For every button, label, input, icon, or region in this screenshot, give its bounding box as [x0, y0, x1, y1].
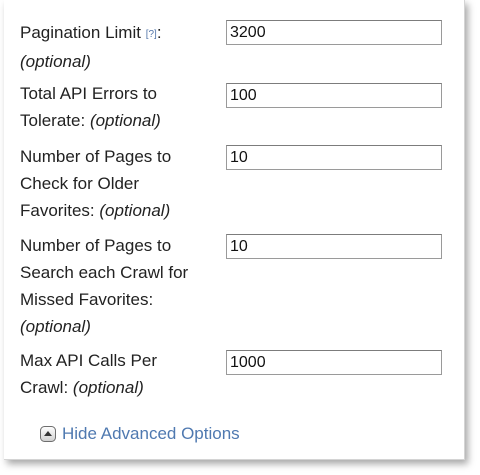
label-line: Tolerate: — [20, 111, 86, 130]
missed-favorites-pages-input[interactable] — [226, 234, 442, 259]
optional-marker: (optional) — [20, 317, 91, 336]
label-line: Search each Crawl for — [20, 263, 189, 282]
label-line: Crawl: — [20, 378, 69, 397]
max-api-calls-label: Max API Calls Per Crawl: (optional) — [20, 347, 210, 401]
total-api-errors-input[interactable] — [226, 83, 442, 108]
label-line: Missed Favorites: — [20, 290, 154, 309]
missed-favorites-pages-label: Number of Pages to Search each Crawl for… — [20, 232, 210, 340]
hide-advanced-options-link[interactable]: Hide Advanced Options — [62, 424, 240, 444]
total-api-errors-label: Total API Errors to Tolerate: (optional) — [20, 80, 210, 134]
pagination-limit-label: Pagination Limit [?]: (optional) — [20, 19, 210, 75]
older-favorites-pages-label: Number of Pages to Check for Older Favor… — [20, 143, 210, 224]
hide-advanced-options-toggle[interactable]: Hide Advanced Options — [40, 422, 240, 446]
pagination-limit-input[interactable] — [226, 20, 442, 45]
optional-marker: (optional) — [89, 111, 161, 130]
label-line: Max API Calls Per — [20, 351, 157, 370]
max-api-calls-input[interactable] — [226, 350, 442, 375]
label-line: Number of Pages to — [20, 147, 172, 166]
label-line: Number of Pages to — [20, 236, 172, 255]
optional-marker: (optional) — [99, 201, 171, 220]
advanced-options-panel: Pagination Limit [?]: (optional) Total A… — [4, 0, 465, 460]
label-colon: : — [156, 23, 162, 42]
optional-marker: (optional) — [72, 378, 144, 397]
pagination-limit-label-text: Pagination Limit — [20, 23, 141, 42]
help-link[interactable]: [?] — [146, 29, 157, 40]
optional-marker: (optional) — [20, 52, 91, 71]
collapse-up-icon[interactable] — [40, 426, 56, 442]
label-line: Check for Older — [20, 174, 140, 193]
label-line: Favorites: — [20, 201, 95, 220]
older-favorites-pages-input[interactable] — [226, 145, 442, 170]
label-line: Total API Errors to — [20, 84, 157, 103]
